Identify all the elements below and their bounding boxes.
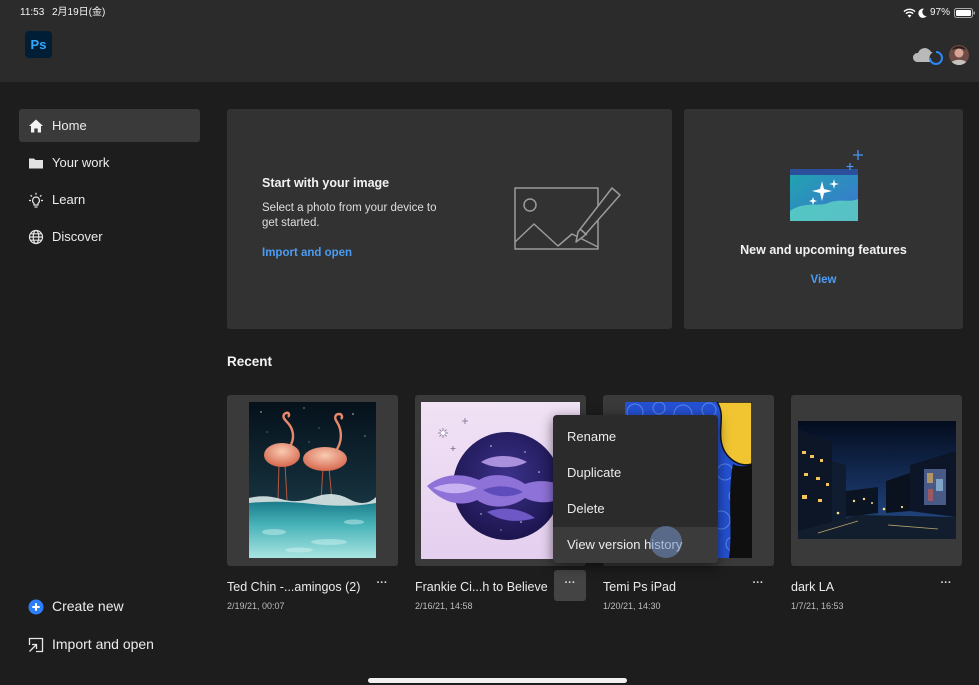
import-icon [28,637,44,653]
menu-item-delete[interactable]: Delete [553,491,718,527]
recent-file-date: 1/7/21, 16:53 [791,601,844,611]
cloud-sync-icon[interactable] [912,43,946,67]
globe-icon [28,229,44,245]
view-features-link[interactable]: View [684,273,963,287]
recent-file-date: 2/19/21, 00:07 [227,601,285,611]
import-and-open-link[interactable]: Import and open [262,246,352,260]
sidebar-item-home[interactable]: Home [19,109,200,142]
card-title: New and upcoming features [740,243,907,257]
wifi-icon [903,8,916,18]
image-placeholder-icon [514,186,622,252]
recent-file-name: Frankie Ci...h to Believe [415,580,548,594]
sidebar-item-discover[interactable]: Discover [19,220,200,253]
battery-percent: 97% [930,7,951,18]
thumbnail-image [798,421,956,539]
sidebar-item-your-work[interactable]: Your work [19,146,200,179]
sidebar-item-learn[interactable]: Learn [19,183,200,216]
more-options-button[interactable]: ··· [366,570,398,601]
recent-file-date: 1/20/21, 14:30 [603,601,661,611]
start-with-image-card[interactable]: Start with your image Select a photo fro… [227,109,672,329]
lightbulb-icon [28,192,44,208]
sidebar-item-label: Discover [52,229,103,244]
recent-file-thumbnail[interactable] [791,395,962,566]
touch-indicator [650,526,682,558]
menu-item-rename[interactable]: Rename [553,419,718,455]
sidebar-item-label: Learn [52,192,86,207]
create-new-button[interactable]: Create new [19,590,200,623]
menu-item-duplicate[interactable]: Duplicate [553,455,718,491]
home-icon [28,118,44,134]
card-description: Select a photo from your device to get s… [262,202,437,229]
thumbnail-image [249,402,376,558]
sidebar-item-label: Home [52,118,87,133]
recent-file-name: Temi Ps iPad [603,580,676,594]
moon-icon [918,8,927,18]
avatar[interactable] [949,45,969,65]
top-bar: 11:53 2月19日(金) 97% Ps [0,0,979,82]
photoshop-logo: Ps [25,31,52,58]
recent-file-date: 2/16/21, 14:58 [415,601,473,611]
sidebar-item-label: Your work [52,155,110,170]
more-options-button[interactable]: ··· [930,570,962,601]
new-features-illustration [784,145,864,225]
menu-item-view-version-history[interactable]: View version history [553,527,718,563]
import-and-open-button[interactable]: Import and open [19,628,200,661]
recent-file-name: dark LA [791,580,835,594]
plus-circle-icon [28,599,44,615]
recent-file-thumbnail[interactable] [227,395,398,566]
status-time: 11:53 [20,7,45,18]
recent-file-name: Ted Chin -...amingos (2) [227,580,361,594]
card-title: Start with your image [262,176,390,190]
more-options-button[interactable]: ··· [554,570,586,601]
new-features-card[interactable]: New and upcoming features View [684,109,963,329]
file-context-menu: Rename Duplicate Delete View version his… [553,415,718,563]
status-date: 2月19日(金) [52,7,106,18]
import-and-open-label: Import and open [52,636,154,652]
recent-heading: Recent [227,354,273,369]
more-options-button[interactable]: ··· [742,570,774,601]
home-indicator[interactable] [368,678,627,683]
battery-icon [954,8,975,18]
create-new-label: Create new [52,598,124,614]
folder-icon [28,155,44,171]
